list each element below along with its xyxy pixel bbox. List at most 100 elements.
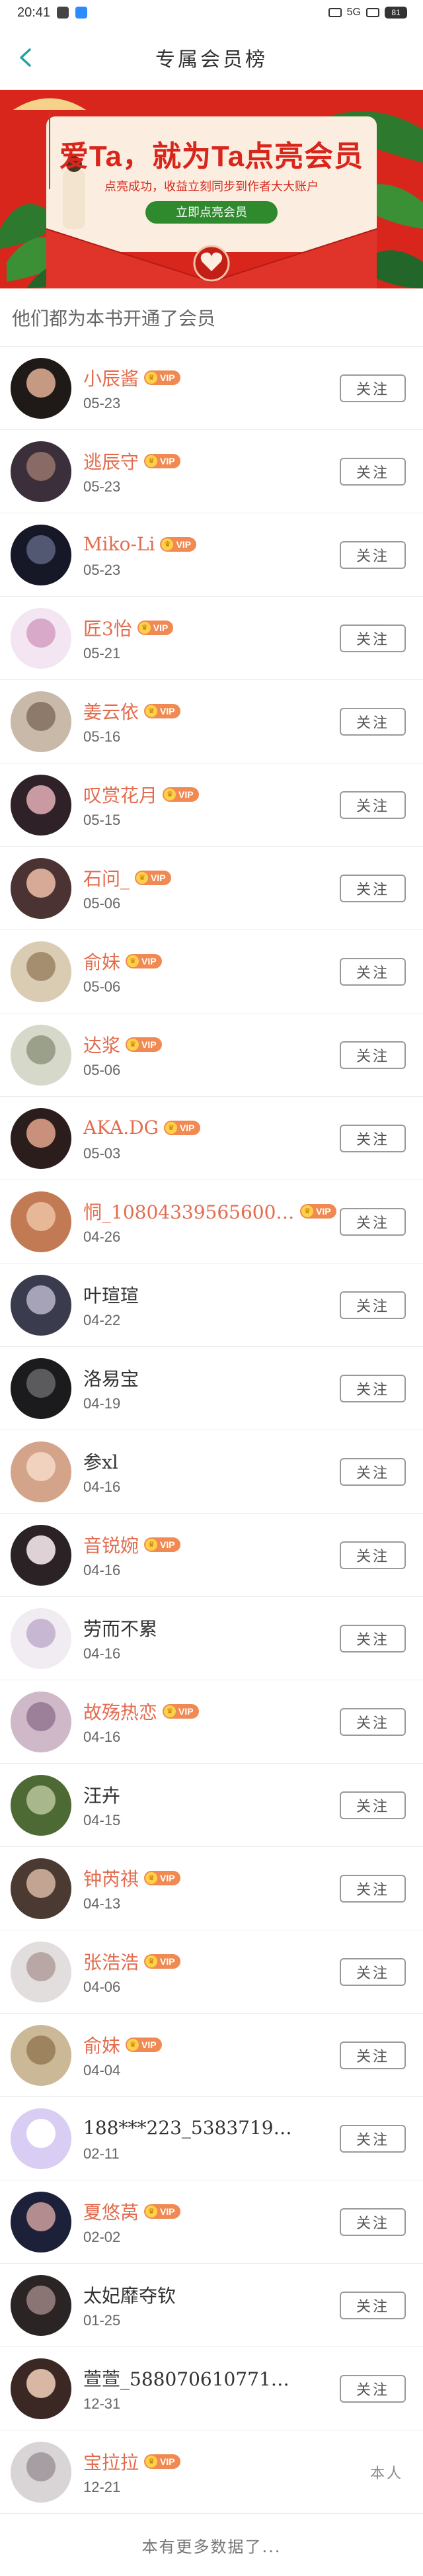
avatar[interactable] <box>11 2024 71 2086</box>
avatar[interactable] <box>11 1858 71 1919</box>
member-row[interactable]: 姜云依 ♛ VIP 05-16 关注 <box>0 680 423 763</box>
member-row[interactable]: 劳而不累 04-16 关注 <box>0 1597 423 1680</box>
avatar[interactable] <box>11 2441 71 2503</box>
follow-button[interactable]: 关注 <box>340 1207 406 1236</box>
follow-button[interactable]: 关注 <box>340 624 406 652</box>
follow-button[interactable]: 关注 <box>340 457 406 486</box>
avatar[interactable] <box>11 1274 71 1336</box>
member-name[interactable]: Miko-Li <box>83 533 155 555</box>
member-name[interactable]: 太妃靡夺钦 <box>83 2282 176 2308</box>
member-name[interactable]: 洛易宝 <box>83 1365 139 1391</box>
avatar[interactable] <box>11 524 71 585</box>
member-name[interactable]: 夏悠莴 <box>83 2198 139 2225</box>
avatar[interactable] <box>11 1941 71 2002</box>
follow-button[interactable]: 关注 <box>340 1291 406 1319</box>
member-row[interactable]: 叹赏花月 ♛ VIP 05-15 关注 <box>0 763 423 847</box>
follow-button[interactable]: 关注 <box>340 374 406 402</box>
member-row[interactable]: 恫_1080433956560094 ♛ VIP 04-26 关注 <box>0 1180 423 1264</box>
member-name[interactable]: 188***223_5383719175 <box>83 2117 295 2139</box>
follow-button[interactable]: 关注 <box>340 1874 406 1903</box>
follow-button[interactable]: 关注 <box>340 1791 406 1819</box>
member-name[interactable]: 张浩浩 <box>83 1948 139 1975</box>
avatar[interactable] <box>11 1357 71 1419</box>
member-row[interactable]: 钟芮祺 ♛ VIP 04-13 关注 <box>0 1847 423 1930</box>
follow-button[interactable]: 关注 <box>340 1541 406 1569</box>
member-row[interactable]: 俞妹 ♛ VIP 05-06 关注 <box>0 930 423 1013</box>
avatar[interactable] <box>11 1524 71 1586</box>
avatar[interactable] <box>11 1441 71 1502</box>
member-row[interactable]: 张浩浩 ♛ VIP 04-06 关注 <box>0 1930 423 2014</box>
member-name[interactable]: 萱萱_58807061077115474 <box>83 2365 295 2391</box>
follow-button[interactable]: 关注 <box>340 2041 406 2069</box>
member-row[interactable]: 洛易宝 04-19 关注 <box>0 1347 423 1430</box>
member-row[interactable]: 萱萱_5880706107711547412-31关注 <box>0 2347 423 2430</box>
avatar[interactable] <box>11 1608 71 1669</box>
member-row[interactable]: 188***223_5383719175 02-11 关注 <box>0 2097 423 2180</box>
member-row[interactable]: 达浆 ♛ VIP 05-06 关注 <box>0 1013 423 1097</box>
member-row[interactable]: 匠3怡 ♛ VIP 05-21 关注 <box>0 597 423 680</box>
follow-button[interactable]: 关注 <box>340 707 406 736</box>
member-name[interactable]: 匠3怡 <box>83 615 132 641</box>
member-row[interactable]: 音锐婉 ♛ VIP 04-16 关注 <box>0 1514 423 1597</box>
member-name[interactable]: 小辰酱 <box>83 365 139 391</box>
member-row[interactable]: 石问_ ♛ VIP 05-06 关注 <box>0 847 423 930</box>
member-name[interactable]: 俞妹 <box>83 948 120 974</box>
back-button[interactable] <box>12 44 38 71</box>
avatar[interactable] <box>11 1191 71 1252</box>
avatar[interactable] <box>11 691 71 752</box>
member-row[interactable]: 小辰酱 ♛ VIP 05-23 关注 <box>0 347 423 430</box>
member-row[interactable]: 夏悠莴 ♛ VIP 02-02 关注 <box>0 2180 423 2264</box>
follow-button[interactable]: 关注 <box>340 1124 406 1152</box>
avatar[interactable] <box>11 441 71 502</box>
follow-button[interactable]: 关注 <box>340 2208 406 2236</box>
member-name[interactable]: 钟芮祺 <box>83 1865 139 1891</box>
member-name[interactable]: 音锐婉 <box>83 1531 139 1558</box>
member-name[interactable]: 俞妹 <box>83 2032 120 2058</box>
member-name[interactable]: 参xl <box>83 1448 118 1475</box>
member-name[interactable]: 姜云依 <box>83 698 139 724</box>
light-up-vip-button[interactable]: 立即点亮会员 <box>145 201 278 224</box>
avatar[interactable] <box>11 357 71 419</box>
follow-button[interactable]: 关注 <box>340 874 406 902</box>
member-row[interactable]: 故殇热恋 ♛ VIP 04-16 关注 <box>0 1680 423 1764</box>
avatar[interactable] <box>11 1107 71 1169</box>
member-name[interactable]: AKA.DG <box>83 1117 159 1138</box>
member-row[interactable]: 参xl 04-16 关注 <box>0 1430 423 1514</box>
follow-button[interactable]: 关注 <box>340 2124 406 2153</box>
member-row[interactable]: 汪卉 04-15 关注 <box>0 1764 423 1847</box>
avatar[interactable] <box>11 857 71 919</box>
member-name[interactable]: 劳而不累 <box>83 1615 157 1641</box>
avatar[interactable] <box>11 1774 71 1836</box>
member-row[interactable]: AKA.DG ♛ VIP 05-03 关注 <box>0 1097 423 1180</box>
member-name[interactable]: 达浆 <box>83 1031 120 1058</box>
member-name[interactable]: 汪卉 <box>83 1782 120 1808</box>
member-name[interactable]: 叶瑄瑄 <box>83 1281 139 1308</box>
avatar[interactable] <box>11 2191 71 2253</box>
member-name[interactable]: 叹赏花月 <box>83 781 157 808</box>
member-row[interactable]: 太妃靡夺钦 01-25 关注 <box>0 2264 423 2347</box>
member-name[interactable]: 逃辰守 <box>83 448 139 474</box>
avatar[interactable] <box>11 2274 71 2336</box>
follow-button[interactable]: 关注 <box>340 957 406 986</box>
follow-button[interactable]: 关注 <box>340 2374 406 2403</box>
vip-banner[interactable]: 爱Ta，就为Ta点亮会员 点亮成功，收益立刻同步到作者大大账户 立即点亮会员 <box>0 90 423 288</box>
avatar[interactable] <box>11 1024 71 1086</box>
member-name[interactable]: 恫_1080433956560094 <box>83 1198 295 1224</box>
follow-button[interactable]: 关注 <box>340 1624 406 1653</box>
follow-button[interactable]: 关注 <box>340 1957 406 1986</box>
member-row[interactable]: 俞妹 ♛ VIP 04-04 关注 <box>0 2014 423 2097</box>
avatar[interactable] <box>11 941 71 1002</box>
member-row[interactable]: 叶瑄瑄 04-22 关注 <box>0 1264 423 1347</box>
member-name[interactable]: 石问_ <box>83 865 130 891</box>
follow-button[interactable]: 关注 <box>340 2291 406 2319</box>
follow-button[interactable]: 关注 <box>340 1457 406 1486</box>
follow-button[interactable]: 关注 <box>340 540 406 569</box>
avatar[interactable] <box>11 607 71 669</box>
follow-button[interactable]: 关注 <box>340 1041 406 1069</box>
member-row[interactable]: Miko-Li ♛ VIP 05-23 关注 <box>0 513 423 597</box>
member-name[interactable]: 故殇热恋 <box>83 1698 157 1725</box>
member-row[interactable]: 宝拉拉 ♛ VIP 12-21 本人 <box>0 2430 423 2514</box>
avatar[interactable] <box>11 2108 71 2169</box>
member-name[interactable]: 宝拉拉 <box>83 2448 139 2475</box>
member-row[interactable]: 逃辰守 ♛ VIP 05-23 关注 <box>0 430 423 513</box>
